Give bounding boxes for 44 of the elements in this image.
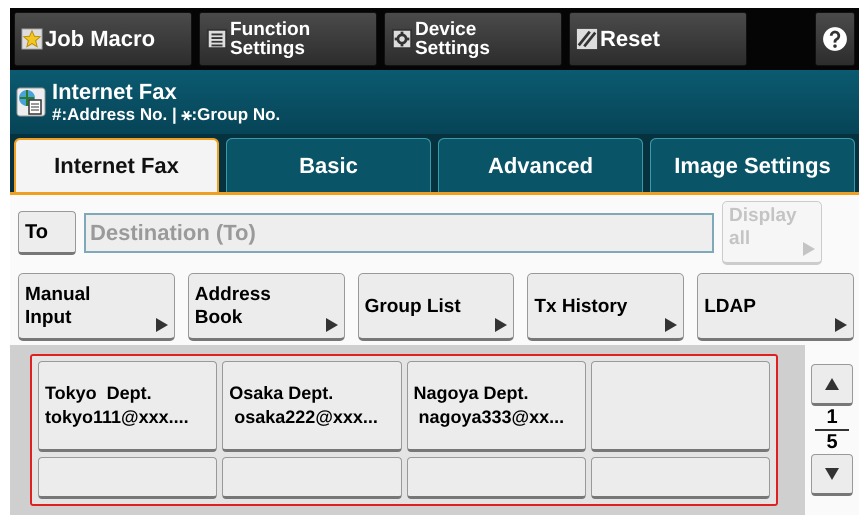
toolbar-button[interactable]: Function Settings xyxy=(199,12,377,66)
empty-slot[interactable] xyxy=(406,456,586,499)
page-total: 5 xyxy=(825,431,839,454)
destination-field[interactable]: Destination (To) xyxy=(84,213,714,253)
source-button[interactable]: LDAP xyxy=(697,273,854,341)
triangle-icon xyxy=(156,318,168,332)
slash-icon xyxy=(576,28,598,50)
legend-text: #:Address No. | ⚹:Group No. xyxy=(52,105,280,125)
source-button[interactable]: Group List xyxy=(358,273,514,341)
triangle-icon xyxy=(803,242,815,256)
gear-icon xyxy=(391,28,413,50)
triangle-icon xyxy=(665,318,678,332)
scroll-up-button[interactable] xyxy=(811,364,853,406)
address-entry[interactable]: Nagoya Dept. nagoya333@xx... xyxy=(406,361,586,452)
address-entry[interactable]: Tokyo Dept. tokyo111@xxx.... xyxy=(38,361,218,452)
source-button[interactable]: Address Book xyxy=(188,273,345,341)
down-triangle-icon xyxy=(825,468,839,480)
page-number: 1 xyxy=(815,406,849,431)
tab[interactable]: Internet Fax xyxy=(14,138,220,192)
tab[interactable]: Basic xyxy=(226,138,432,192)
empty-slot[interactable] xyxy=(590,456,770,499)
screen-title: Internet Fax xyxy=(52,79,178,105)
globe-document-icon xyxy=(16,87,46,117)
help-icon xyxy=(822,26,848,52)
empty-slot[interactable] xyxy=(222,456,402,499)
empty-slot[interactable] xyxy=(38,456,218,499)
address-entry[interactable]: Osaka Dept. osaka222@xxx... xyxy=(222,361,402,452)
up-triangle-icon xyxy=(825,378,839,390)
tab[interactable]: Advanced xyxy=(438,138,644,192)
tab[interactable]: Image Settings xyxy=(650,138,856,192)
triangle-icon xyxy=(495,318,508,332)
toolbar-button[interactable]: Device Settings xyxy=(384,12,562,66)
triangle-icon xyxy=(326,318,338,332)
source-button[interactable]: Tx History xyxy=(527,273,684,341)
list-icon xyxy=(206,28,228,50)
help-button[interactable] xyxy=(815,12,855,66)
star-icon xyxy=(21,28,43,50)
empty-slot[interactable] xyxy=(590,361,770,452)
to-button[interactable]: To xyxy=(18,211,76,255)
toolbar-button[interactable]: Job Macro xyxy=(14,12,192,66)
triangle-icon xyxy=(834,318,847,332)
scroll-down-button[interactable] xyxy=(811,454,853,496)
toolbar-button[interactable]: Reset xyxy=(569,12,747,66)
source-button[interactable]: Manual Input xyxy=(18,273,175,341)
